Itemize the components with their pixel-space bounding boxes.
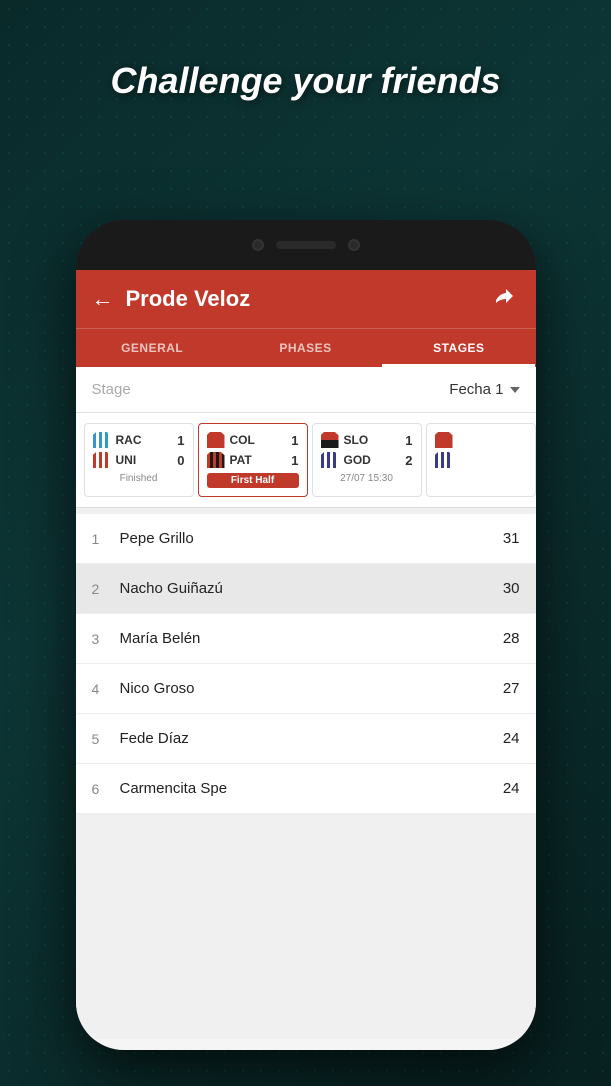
match3-team1-score: 1 (405, 433, 412, 448)
match1-team1-info: RAC (93, 432, 142, 448)
player-name-6: Carmencita Spe (120, 780, 503, 797)
match2-team2-row: PAT 1 (207, 452, 299, 468)
jersey-4a-icon (435, 432, 453, 448)
match3-team1-row: SLO 1 (321, 432, 413, 448)
match2-team1-score: 1 (291, 433, 298, 448)
player-name-5: Fede Díaz (120, 730, 503, 747)
stage-value-text: Fecha 1 (449, 381, 503, 398)
phone-camera-right (348, 239, 360, 251)
leaderboard-row-4: 4 Nico Groso 27 (76, 664, 536, 714)
back-button[interactable]: ← (92, 286, 114, 312)
leaderboard-row-3: 3 María Belén 28 (76, 614, 536, 664)
phone-speaker (276, 241, 336, 249)
match1-team1-row: RAC 1 (93, 432, 185, 448)
match1-team2-score: 0 (177, 453, 184, 468)
player-score-5: 24 (503, 730, 520, 747)
player-name-4: Nico Groso (120, 680, 503, 697)
tabs-bar: GENERAL PHASES STAGES (76, 328, 536, 367)
app-title: Prode Veloz (126, 286, 496, 312)
player-score-4: 27 (503, 680, 520, 697)
jersey-4b-icon (435, 452, 453, 468)
match-card-2[interactable]: COL 1 PAT 1 First Half (198, 423, 308, 497)
match3-team2-score: 2 (405, 453, 412, 468)
match3-team1-name: SLO (344, 433, 369, 447)
leaderboard: 1 Pepe Grillo 31 2 Nacho Guiñazú 30 3 Ma… (76, 514, 536, 814)
rank-2: 2 (92, 581, 112, 597)
match3-team2-row: GOD 2 (321, 452, 413, 468)
match1-team2-info: UNI (93, 452, 137, 468)
phone-frame: ← Prode Veloz GENERAL PHASES STAGES Stag… (76, 220, 536, 1050)
match2-status: First Half (207, 473, 299, 488)
leaderboard-row-2: 2 Nacho Guiñazú 30 (76, 564, 536, 614)
stage-selector[interactable]: Stage Fecha 1 (76, 367, 536, 413)
match1-status: Finished (93, 473, 185, 484)
rank-6: 6 (92, 781, 112, 797)
match1-team2-name: UNI (116, 453, 137, 467)
tab-phases[interactable]: PHASES (229, 329, 382, 367)
jersey-god-icon (321, 452, 339, 468)
rank-1: 1 (92, 531, 112, 547)
phone-camera (252, 239, 264, 251)
match-card-1[interactable]: RAC 1 UNI 0 Finished (84, 423, 194, 497)
player-name-3: María Belén (120, 630, 503, 647)
match-cards-container: RAC 1 UNI 0 Finished (76, 413, 536, 508)
stage-value[interactable]: Fecha 1 (449, 381, 519, 398)
match3-team2-info: GOD (321, 452, 371, 468)
exit-button[interactable] (496, 284, 520, 314)
match-card-3[interactable]: SLO 1 GOD 2 27/07 15:30 (312, 423, 422, 497)
rank-4: 4 (92, 681, 112, 697)
match2-team1-row: COL 1 (207, 432, 299, 448)
match2-team2-name: PAT (230, 453, 252, 467)
jersey-col-icon (207, 432, 225, 448)
match3-team2-name: GOD (344, 453, 371, 467)
leaderboard-row-5: 5 Fede Díaz 24 (76, 714, 536, 764)
match4-team2-info (435, 452, 453, 468)
app-content: Stage Fecha 1 RAC 1 (76, 367, 536, 1039)
app-screen: ← Prode Veloz GENERAL PHASES STAGES Stag… (76, 270, 536, 1050)
jersey-rac-icon (93, 432, 111, 448)
match1-team2-row: UNI 0 (93, 452, 185, 468)
match2-team2-info: PAT (207, 452, 252, 468)
player-score-6: 24 (503, 780, 520, 797)
match1-team1-score: 1 (177, 433, 184, 448)
match2-team1-name: COL (230, 433, 255, 447)
match3-status: 27/07 15:30 (321, 473, 413, 484)
phone-top-bar (76, 220, 536, 270)
tab-general[interactable]: GENERAL (76, 329, 229, 367)
player-name-1: Pepe Grillo (120, 530, 503, 547)
match2-team2-score: 1 (291, 453, 298, 468)
tab-stages[interactable]: STAGES (382, 329, 535, 367)
match2-team1-info: COL (207, 432, 255, 448)
leaderboard-row-6: 6 Carmencita Spe 24 (76, 764, 536, 814)
rank-5: 5 (92, 731, 112, 747)
stage-label: Stage (92, 381, 131, 398)
match3-team1-info: SLO (321, 432, 369, 448)
jersey-uni-icon (93, 452, 111, 468)
match4-team1-info (435, 432, 453, 448)
jersey-slo-icon (321, 432, 339, 448)
dropdown-arrow-icon (510, 387, 520, 393)
player-score-2: 30 (503, 580, 520, 597)
match4-team2-row (435, 452, 527, 468)
jersey-pat-icon (207, 452, 225, 468)
match1-team1-name: RAC (116, 433, 142, 447)
player-name-2: Nacho Guiñazú (120, 580, 503, 597)
app-header: ← Prode Veloz (76, 270, 536, 328)
rank-3: 3 (92, 631, 112, 647)
headline: Challenge your friends (0, 60, 611, 102)
leaderboard-row-1: 1 Pepe Grillo 31 (76, 514, 536, 564)
player-score-1: 31 (503, 530, 520, 547)
player-score-3: 28 (503, 630, 520, 647)
match-card-4[interactable] (426, 423, 536, 497)
match4-team1-row (435, 432, 527, 448)
